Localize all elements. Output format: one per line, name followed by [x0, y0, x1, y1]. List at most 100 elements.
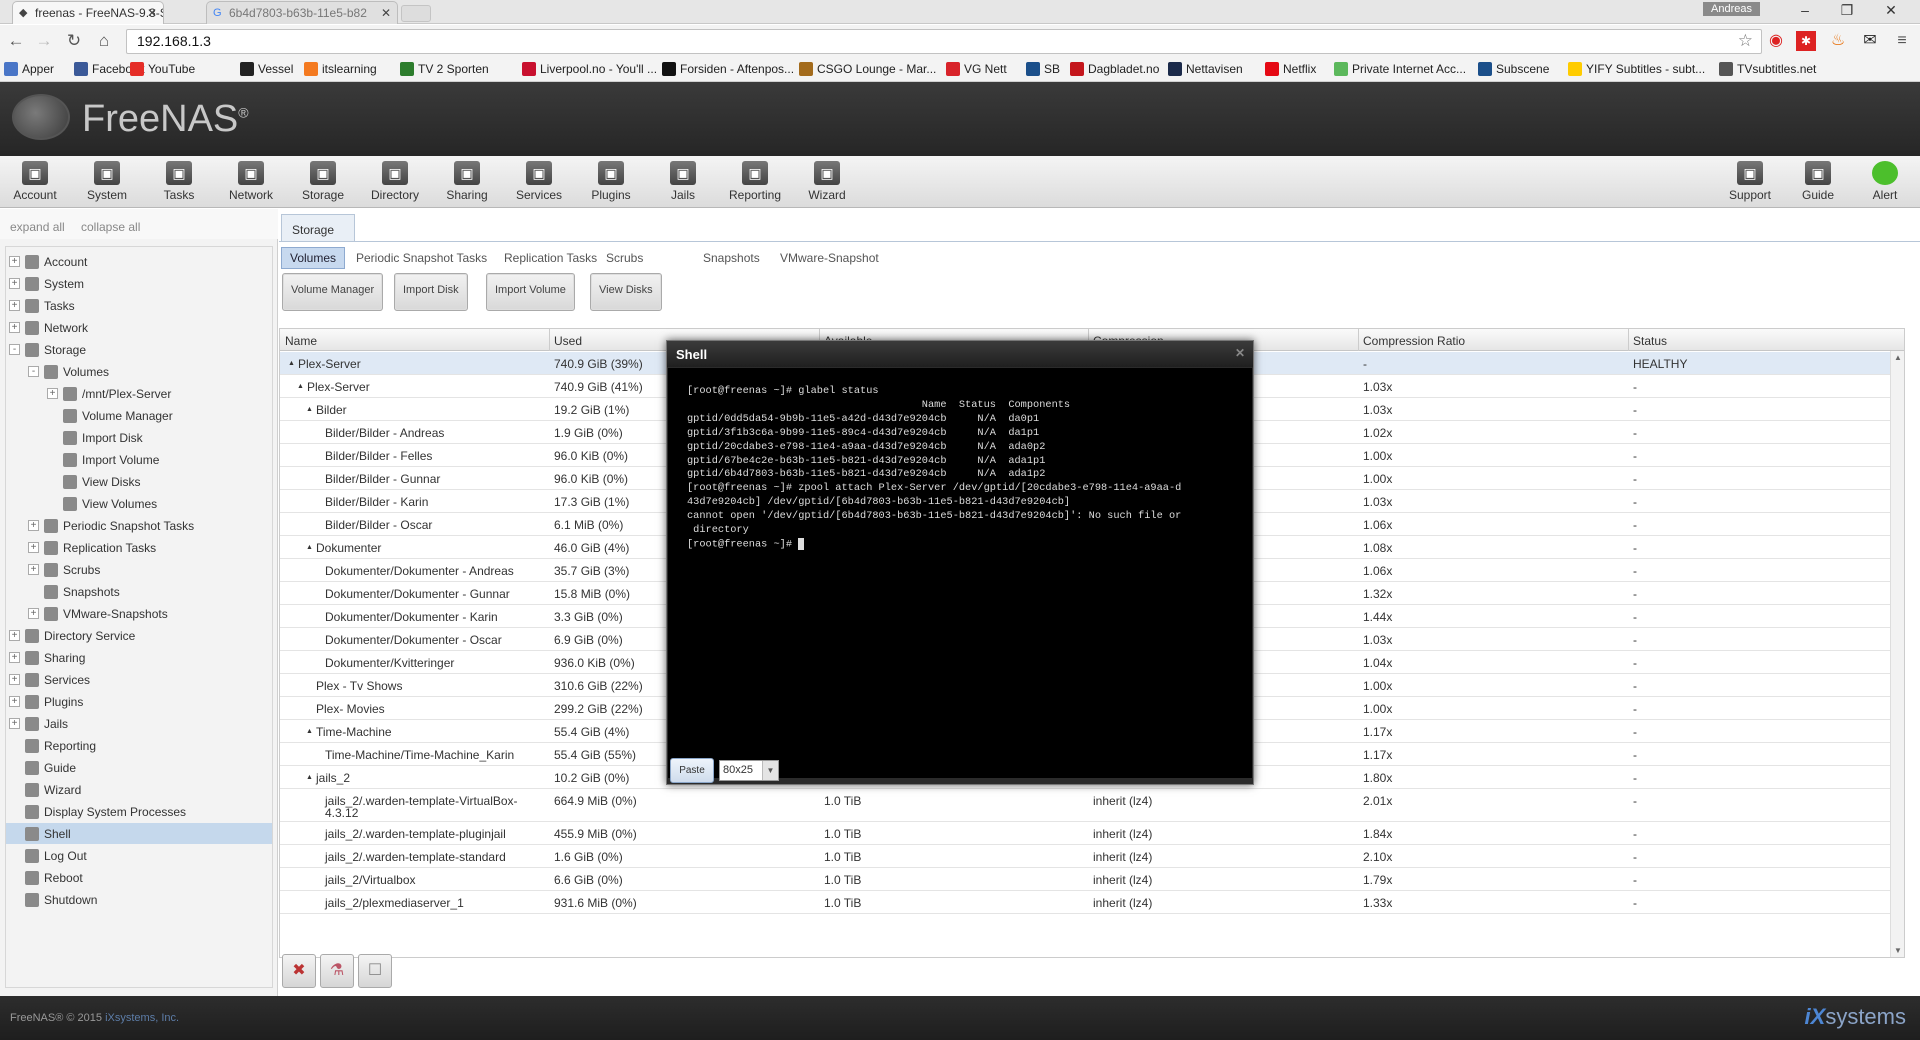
subtab-snapshots[interactable]: Snapshots: [699, 247, 764, 269]
tree-item-import-disk[interactable]: Import Disk: [6, 427, 272, 448]
toolbar-network-button[interactable]: ▣ Network: [219, 159, 283, 205]
bookmark-17[interactable]: TVsubtitles.net: [1719, 62, 1816, 78]
browser-tab-google[interactable]: G 6b4d7803-b63b-11e5-b82 ✕: [206, 1, 398, 24]
toolbar-tasks-button[interactable]: ▣ Tasks: [147, 159, 211, 205]
tree-item-replication-tasks[interactable]: + Replication Tasks: [6, 537, 272, 558]
bookmark-16[interactable]: YIFY Subtitles - subt...: [1568, 62, 1705, 78]
bookmark-15[interactable]: Subscene: [1478, 62, 1549, 78]
toolbar-jails-button[interactable]: ▣ Jails: [651, 159, 715, 205]
chevron-down-icon[interactable]: ▼: [762, 761, 778, 780]
volume-status-button[interactable]: ☐: [358, 954, 392, 988]
tree-item-scrubs[interactable]: + Scrubs: [6, 559, 272, 580]
toolbar-storage-button[interactable]: ▣ Storage: [291, 159, 355, 205]
tree-item-guide[interactable]: Guide: [6, 757, 272, 778]
tree-item-reporting[interactable]: Reporting: [6, 735, 272, 756]
flame-extension-icon[interactable]: ♨: [1828, 31, 1848, 51]
bookmark-9[interactable]: VG Nett: [946, 62, 1007, 78]
column-header-status[interactable]: Status: [1633, 334, 1667, 348]
browser-tab-freenas[interactable]: ◆ freenas - FreeNAS-9.3-STA ✕: [12, 1, 164, 24]
column-header-compression-ratio[interactable]: Compression Ratio: [1363, 334, 1465, 348]
scrub-volume-button[interactable]: ⚗: [320, 954, 354, 988]
tree-item-import-volume[interactable]: Import Volume: [6, 449, 272, 470]
tree-item-display-system-processes[interactable]: Display System Processes: [6, 801, 272, 822]
bookmark-7[interactable]: Forsiden - Aftenpos...: [662, 62, 794, 78]
scroll-down-icon[interactable]: ▼: [1894, 946, 1902, 955]
toolbar-account-button[interactable]: ▣ Account: [3, 159, 67, 205]
toolbar-directory-button[interactable]: ▣ Directory: [363, 159, 427, 205]
tree-item--mnt-plex-server[interactable]: + /mnt/Plex-Server: [6, 383, 272, 404]
close-dialog-icon[interactable]: ✕: [1235, 346, 1245, 360]
minimize-icon[interactable]: –: [1790, 2, 1820, 22]
expand-icon[interactable]: +: [9, 322, 20, 333]
tree-item-wizard[interactable]: Wizard: [6, 779, 272, 800]
tree-item-directory-service[interactable]: + Directory Service: [6, 625, 272, 646]
toolbar-guide-button[interactable]: ▣ Guide: [1786, 159, 1850, 205]
close-tab-icon[interactable]: ✕: [147, 6, 157, 20]
expand-icon[interactable]: +: [28, 564, 39, 575]
import-volume-button[interactable]: Import Volume: [486, 273, 575, 311]
collapse-icon[interactable]: -: [28, 366, 39, 377]
tree-item-plugins[interactable]: + Plugins: [6, 691, 272, 712]
tree-item-jails[interactable]: + Jails: [6, 713, 272, 734]
back-icon[interactable]: ←: [6, 31, 26, 51]
close-window-icon[interactable]: ✕: [1876, 2, 1906, 22]
tree-item-vmware-snapshots[interactable]: + VMware-Snapshots: [6, 603, 272, 624]
toolbar-plugins-button[interactable]: ▣ Plugins: [579, 159, 643, 205]
collapse-icon[interactable]: ▲: [306, 728, 313, 735]
expand-icon[interactable]: +: [9, 696, 20, 707]
bookmark-10[interactable]: SB: [1026, 62, 1060, 78]
forward-icon[interactable]: →: [34, 31, 54, 51]
bookmark-14[interactable]: Private Internet Acc...: [1334, 62, 1466, 78]
tree-item-reboot[interactable]: Reboot: [6, 867, 272, 888]
collapse-all-link[interactable]: collapse all: [81, 220, 140, 234]
tree-item-log-out[interactable]: Log Out: [6, 845, 272, 866]
tree-item-account[interactable]: + Account: [6, 251, 272, 272]
bookmark-4[interactable]: itslearning: [304, 62, 377, 78]
bookmark-12[interactable]: Nettavisen: [1168, 62, 1243, 78]
bookmark-13[interactable]: Netflix: [1265, 62, 1316, 78]
column-header-used[interactable]: Used: [554, 334, 582, 348]
expand-icon[interactable]: +: [47, 388, 58, 399]
tree-item-system[interactable]: + System: [6, 273, 272, 294]
restore-icon[interactable]: ❐: [1832, 2, 1862, 22]
table-row[interactable]: jails_2/.warden-template-pluginjail 455.9…: [280, 822, 1904, 845]
bookmark-star-icon[interactable]: ☆: [1738, 31, 1753, 51]
view-disks-button[interactable]: View Disks: [590, 273, 662, 311]
paste-button[interactable]: Paste: [670, 758, 714, 783]
tree-item-snapshots[interactable]: Snapshots: [6, 581, 272, 602]
opera-extension-icon[interactable]: ◉: [1766, 31, 1786, 51]
tree-item-services[interactable]: + Services: [6, 669, 272, 690]
collapse-icon[interactable]: ▲: [288, 360, 295, 367]
expand-icon[interactable]: +: [9, 630, 20, 641]
tree-item-periodic-snapshot-tasks[interactable]: + Periodic Snapshot Tasks: [6, 515, 272, 536]
expand-icon[interactable]: +: [9, 256, 20, 267]
bookmark-6[interactable]: Liverpool.no - You'll ...: [522, 62, 657, 78]
toolbar-reporting-button[interactable]: ▣ Reporting: [723, 159, 787, 205]
menu-icon[interactable]: ≡: [1892, 31, 1912, 51]
subtab-volumes[interactable]: Volumes: [281, 247, 346, 269]
home-icon[interactable]: ⌂: [94, 31, 114, 51]
table-row[interactable]: jails_2/Virtualbox 6.6 GiB (0%) 1.0 TiB inh…: [280, 868, 1904, 891]
lastpass-extension-icon[interactable]: ✱: [1796, 31, 1816, 51]
new-tab-button[interactable]: [401, 5, 431, 22]
reload-icon[interactable]: ↻: [64, 31, 84, 51]
table-row[interactable]: jails_2/plexmediaserver_1 931.6 MiB (0%) 1…: [280, 891, 1904, 914]
tree-item-view-disks[interactable]: View Disks: [6, 471, 272, 492]
expand-icon[interactable]: +: [9, 278, 20, 289]
tree-item-network[interactable]: + Network: [6, 317, 272, 338]
expand-icon[interactable]: +: [28, 608, 39, 619]
toolbar-system-button[interactable]: ▣ System: [75, 159, 139, 205]
terminal-output[interactable]: [root@freenas ~]# glabel status Name Sta…: [668, 368, 1252, 778]
tree-item-shutdown[interactable]: Shutdown: [6, 889, 272, 910]
bookmark-11[interactable]: Dagbladet.no: [1070, 62, 1159, 78]
tree-item-volume-manager[interactable]: Volume Manager: [6, 405, 272, 426]
collapse-icon[interactable]: ▲: [306, 406, 313, 413]
bookmark-5[interactable]: TV 2 Sporten: [400, 62, 489, 78]
toolbar-sharing-button[interactable]: ▣ Sharing: [435, 159, 499, 205]
toolbar-wizard-button[interactable]: ▣ Wizard: [795, 159, 859, 205]
expand-icon[interactable]: +: [28, 520, 39, 531]
tree-item-view-volumes[interactable]: View Volumes: [6, 493, 272, 514]
tree-item-tasks[interactable]: + Tasks: [6, 295, 272, 316]
tree-item-sharing[interactable]: + Sharing: [6, 647, 272, 668]
subtab-replication-tasks[interactable]: Replication Tasks: [500, 247, 601, 269]
